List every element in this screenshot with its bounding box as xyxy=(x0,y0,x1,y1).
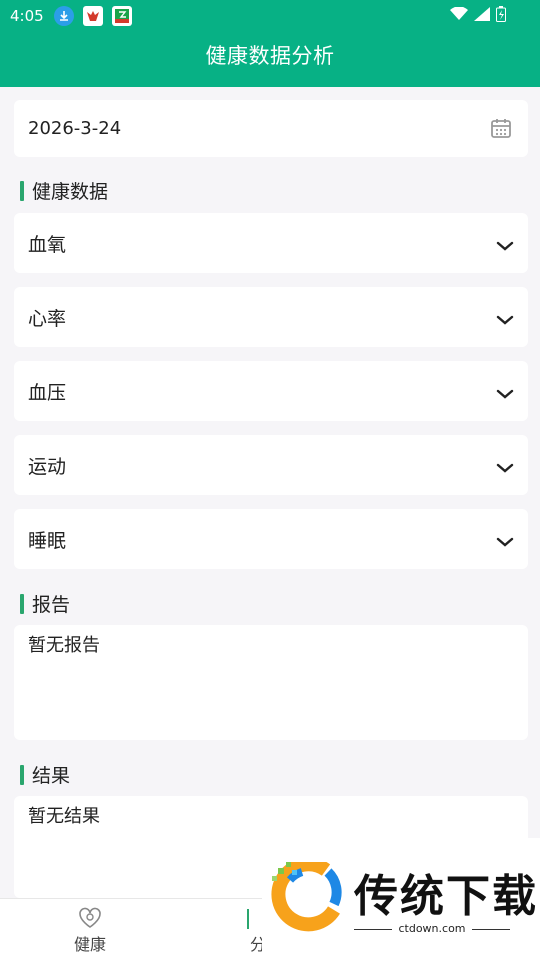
section-title-text: 健康数据 xyxy=(32,181,109,203)
watermark-brand: 传统下载 xyxy=(354,871,538,922)
status-bar: 4:05 xyxy=(0,0,540,32)
signal-icon xyxy=(474,7,490,25)
section-title-text: 报告 xyxy=(32,594,71,616)
select-exercise[interactable]: 运动 xyxy=(14,435,528,495)
report-text-area[interactable]: 暂无报告 xyxy=(14,625,528,740)
select-blood-oxygen[interactable]: 血氧 xyxy=(14,213,528,273)
download-notification-icon xyxy=(53,6,74,26)
status-time: 4:05 xyxy=(10,7,44,25)
tab-label: 健康 xyxy=(73,935,106,954)
chevron-down-icon xyxy=(496,457,514,479)
watermark-logo-icon xyxy=(268,857,350,940)
select-heart-rate[interactable]: 心率 xyxy=(14,287,528,347)
report-section-title: 报告 xyxy=(20,590,70,617)
section-title-text: 结果 xyxy=(32,765,71,787)
page-title: 健康数据分析 xyxy=(205,44,335,68)
select-label: 血氧 xyxy=(28,233,67,256)
select-label: 睡眠 xyxy=(28,529,67,552)
app-notification-icon xyxy=(82,6,103,26)
calendar-icon[interactable] xyxy=(490,117,512,144)
chevron-down-icon xyxy=(496,531,514,553)
date-picker[interactable]: 2026-3-24 xyxy=(14,100,528,157)
section-marker xyxy=(20,764,24,785)
heart-icon xyxy=(50,905,130,931)
select-label: 血压 xyxy=(28,381,67,404)
section-marker xyxy=(20,593,24,614)
tab-health[interactable]: 健康 xyxy=(50,905,130,955)
result-content: 暂无结果 xyxy=(28,806,100,827)
wifi-icon xyxy=(450,6,468,25)
select-label: 心率 xyxy=(28,307,67,330)
watermark-divider xyxy=(472,929,510,930)
health-section-title: 健康数据 xyxy=(20,177,108,204)
chevron-down-icon xyxy=(496,383,514,405)
report-content: 暂无报告 xyxy=(28,635,100,656)
app-notification-icon-2 xyxy=(111,6,132,26)
watermark-overlay: 传统下载 ctdown.com xyxy=(262,838,540,960)
select-blood-pressure[interactable]: 血压 xyxy=(14,361,528,421)
date-value: 2026-3-24 xyxy=(28,118,122,139)
chevron-down-icon xyxy=(496,309,514,331)
result-section-title: 结果 xyxy=(20,761,70,788)
chevron-down-icon xyxy=(496,235,514,257)
app-bar: 4:05 健康数据分析 xyxy=(0,0,540,87)
select-label: 运动 xyxy=(28,455,67,478)
battery-icon xyxy=(496,6,506,26)
select-sleep[interactable]: 睡眠 xyxy=(14,509,528,569)
section-marker xyxy=(20,180,24,201)
